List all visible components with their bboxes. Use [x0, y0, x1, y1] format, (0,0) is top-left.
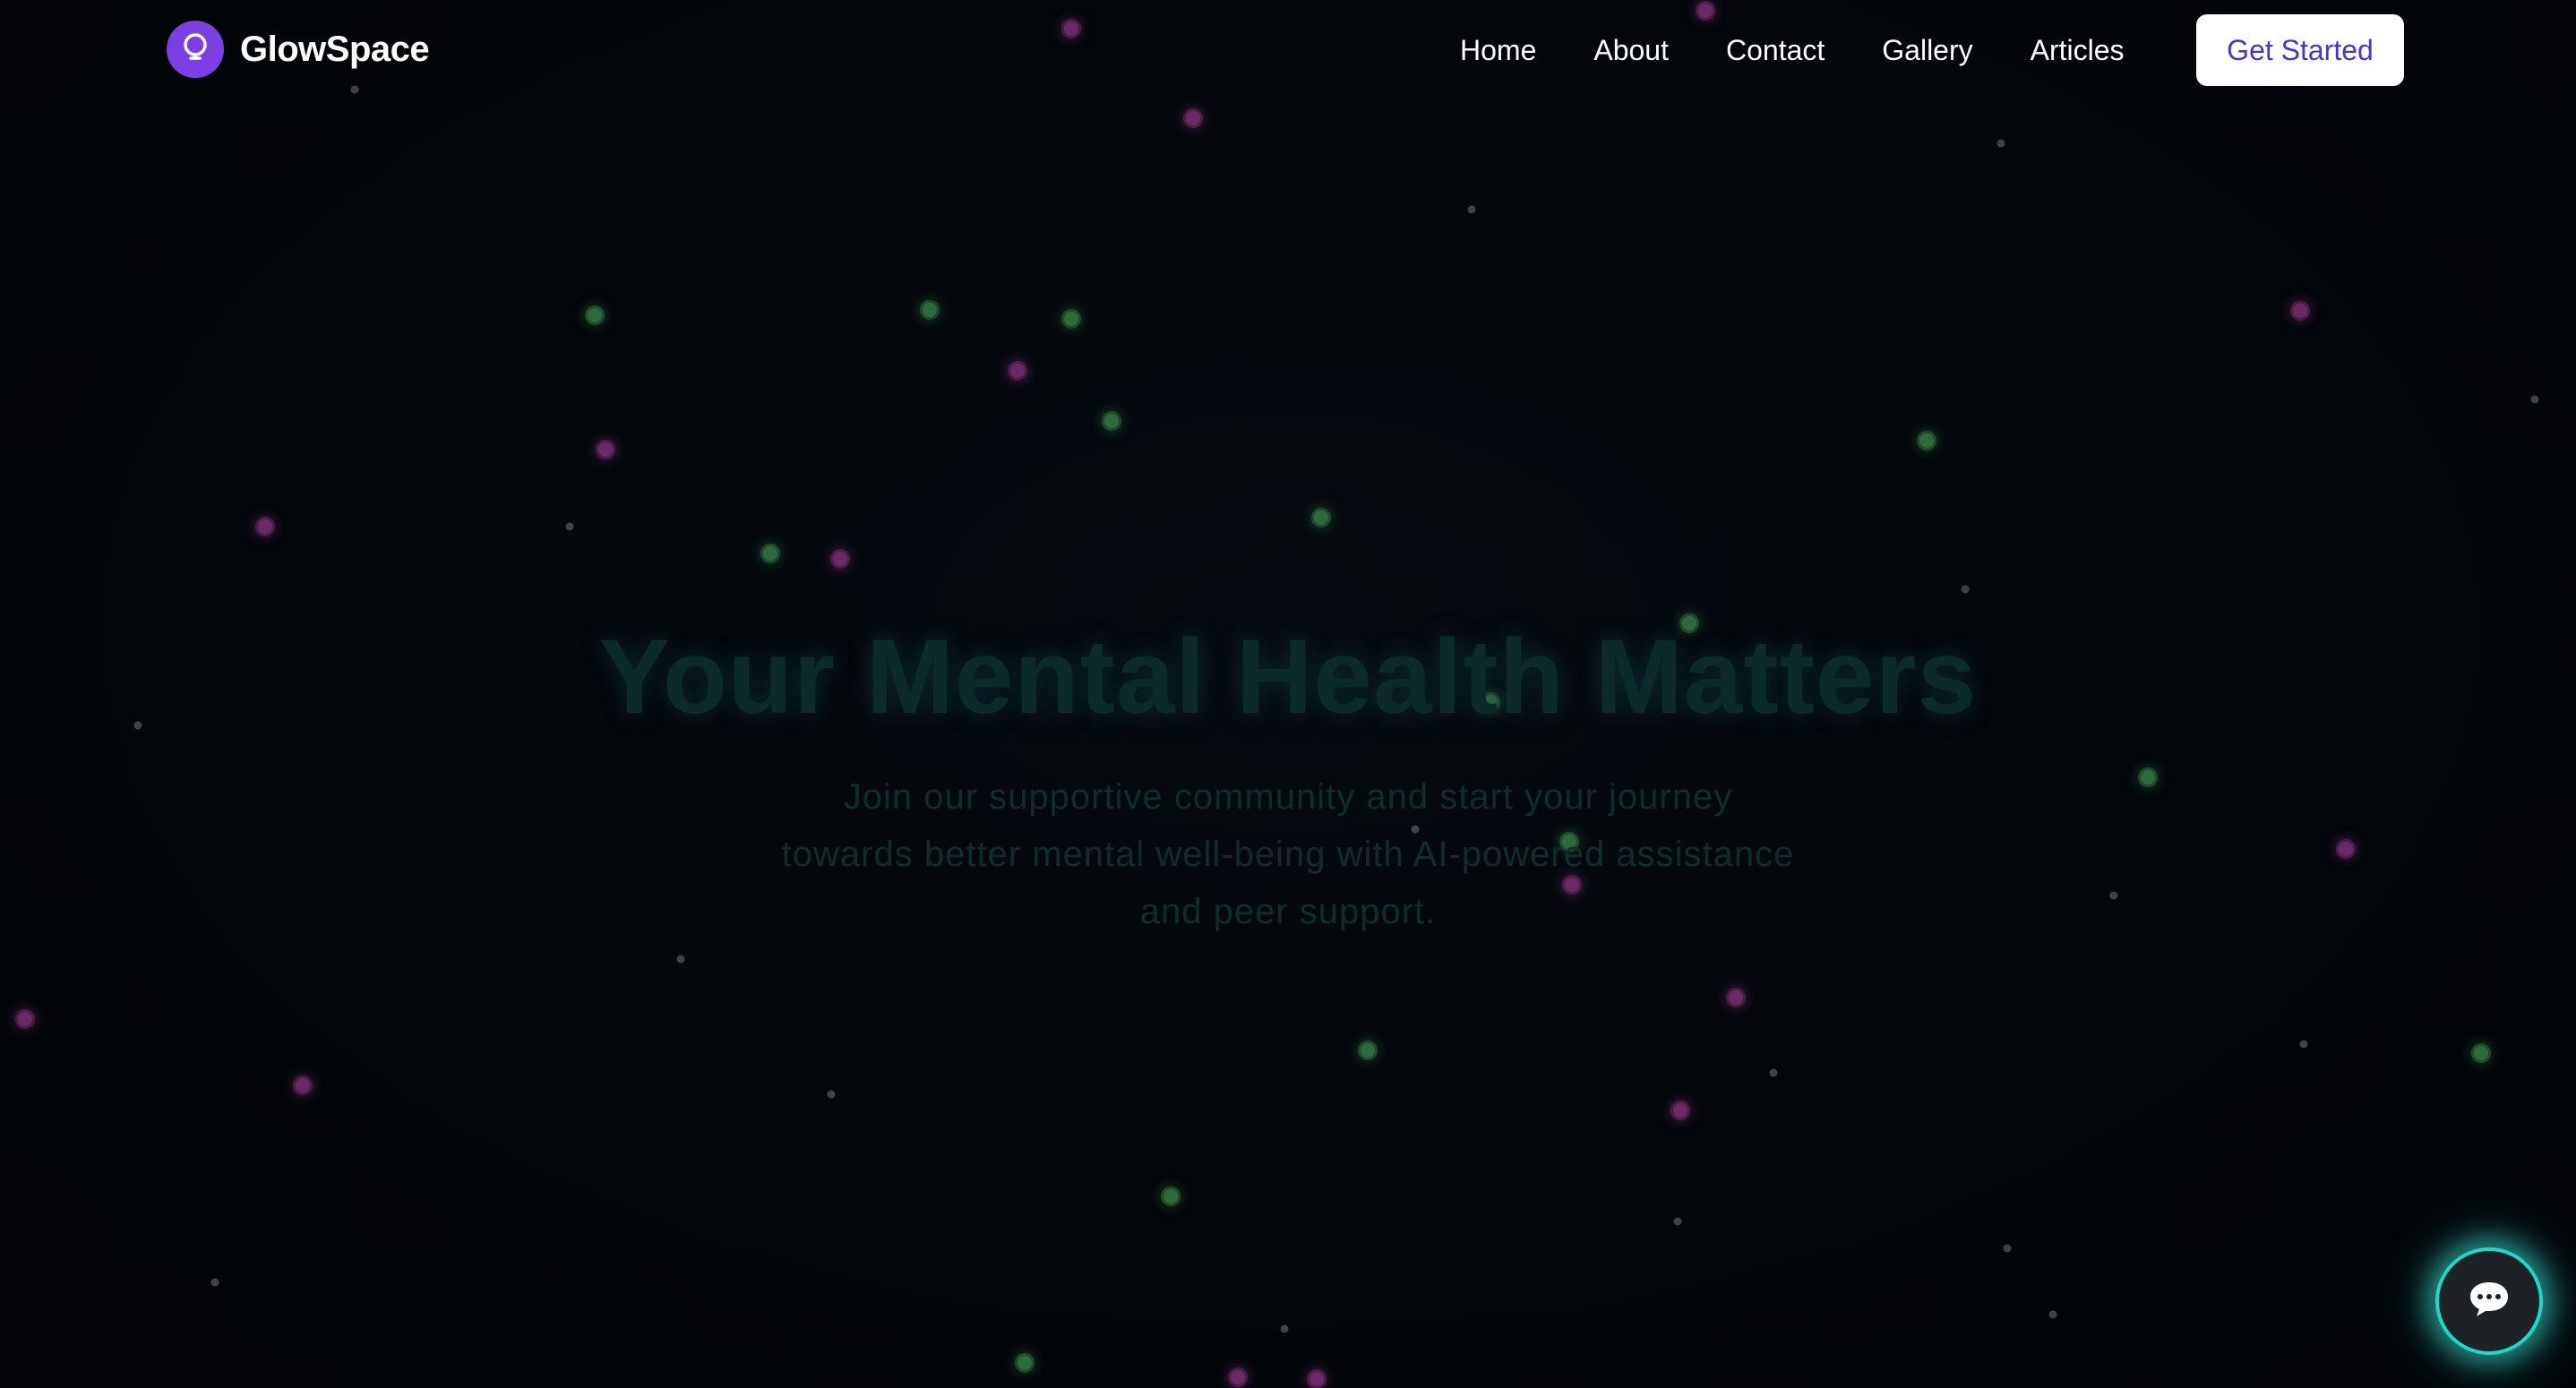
particle — [350, 85, 359, 94]
landing-page: GlowSpace Home About Contact Gallery Art… — [0, 0, 2576, 1388]
particle — [1358, 1041, 1378, 1060]
particle — [255, 517, 275, 536]
lightbulb-icon — [167, 21, 224, 78]
particle — [830, 549, 850, 569]
particle — [1061, 309, 1081, 329]
particle — [1769, 1068, 1778, 1077]
particle — [565, 522, 574, 531]
particle — [676, 955, 685, 964]
hero-subtitle: Join our supportive community and start … — [781, 777, 1795, 931]
brand-logo[interactable]: GlowSpace — [167, 21, 430, 78]
particle — [2003, 1244, 2012, 1253]
particle — [2109, 891, 2118, 900]
particle — [1102, 411, 1121, 431]
particle — [585, 305, 605, 325]
particle — [1467, 205, 1476, 214]
get-started-button[interactable]: Get Started — [2196, 14, 2404, 86]
particle — [1015, 1353, 1035, 1373]
nav-link-articles[interactable]: Articles — [2031, 34, 2125, 67]
chat-button[interactable] — [2435, 1247, 2543, 1355]
particle — [1161, 1187, 1181, 1206]
particle — [1280, 1324, 1289, 1333]
particle — [1008, 361, 1027, 381]
chat-bubble-icon — [2467, 1279, 2512, 1324]
nav-link-gallery[interactable]: Gallery — [1882, 34, 1972, 67]
particle — [210, 1278, 219, 1287]
particle — [920, 300, 940, 320]
site-header: GlowSpace Home About Contact Gallery Art… — [0, 14, 2576, 86]
particle — [1917, 431, 1936, 450]
particle — [15, 1009, 35, 1029]
particle — [1307, 1369, 1327, 1388]
particle — [2048, 1310, 2057, 1319]
particle — [2471, 1043, 2491, 1063]
particle — [1228, 1367, 1248, 1387]
particle — [2290, 301, 2310, 321]
main-nav: Home About Contact Gallery Articles — [1460, 14, 2125, 86]
particle — [2299, 1040, 2308, 1049]
particle — [1311, 508, 1331, 527]
particle — [1673, 1217, 1682, 1226]
nav-link-contact[interactable]: Contact — [1726, 34, 1825, 67]
particle — [1726, 988, 1746, 1007]
nav-link-about[interactable]: About — [1593, 34, 1669, 67]
particle — [1961, 585, 1970, 594]
nav-link-home[interactable]: Home — [1460, 34, 1536, 67]
particle — [2138, 767, 2158, 787]
particle — [2336, 839, 2356, 859]
brand-name: GlowSpace — [240, 29, 430, 69]
particle — [827, 1090, 836, 1099]
particle — [760, 544, 780, 563]
hero-title: Your Mental Health Matters — [598, 618, 1978, 736]
particle — [1670, 1101, 1690, 1120]
particle — [596, 440, 615, 459]
particle — [293, 1075, 313, 1095]
particle — [2530, 395, 2539, 404]
particle — [1996, 139, 2005, 148]
particle — [1183, 108, 1203, 128]
